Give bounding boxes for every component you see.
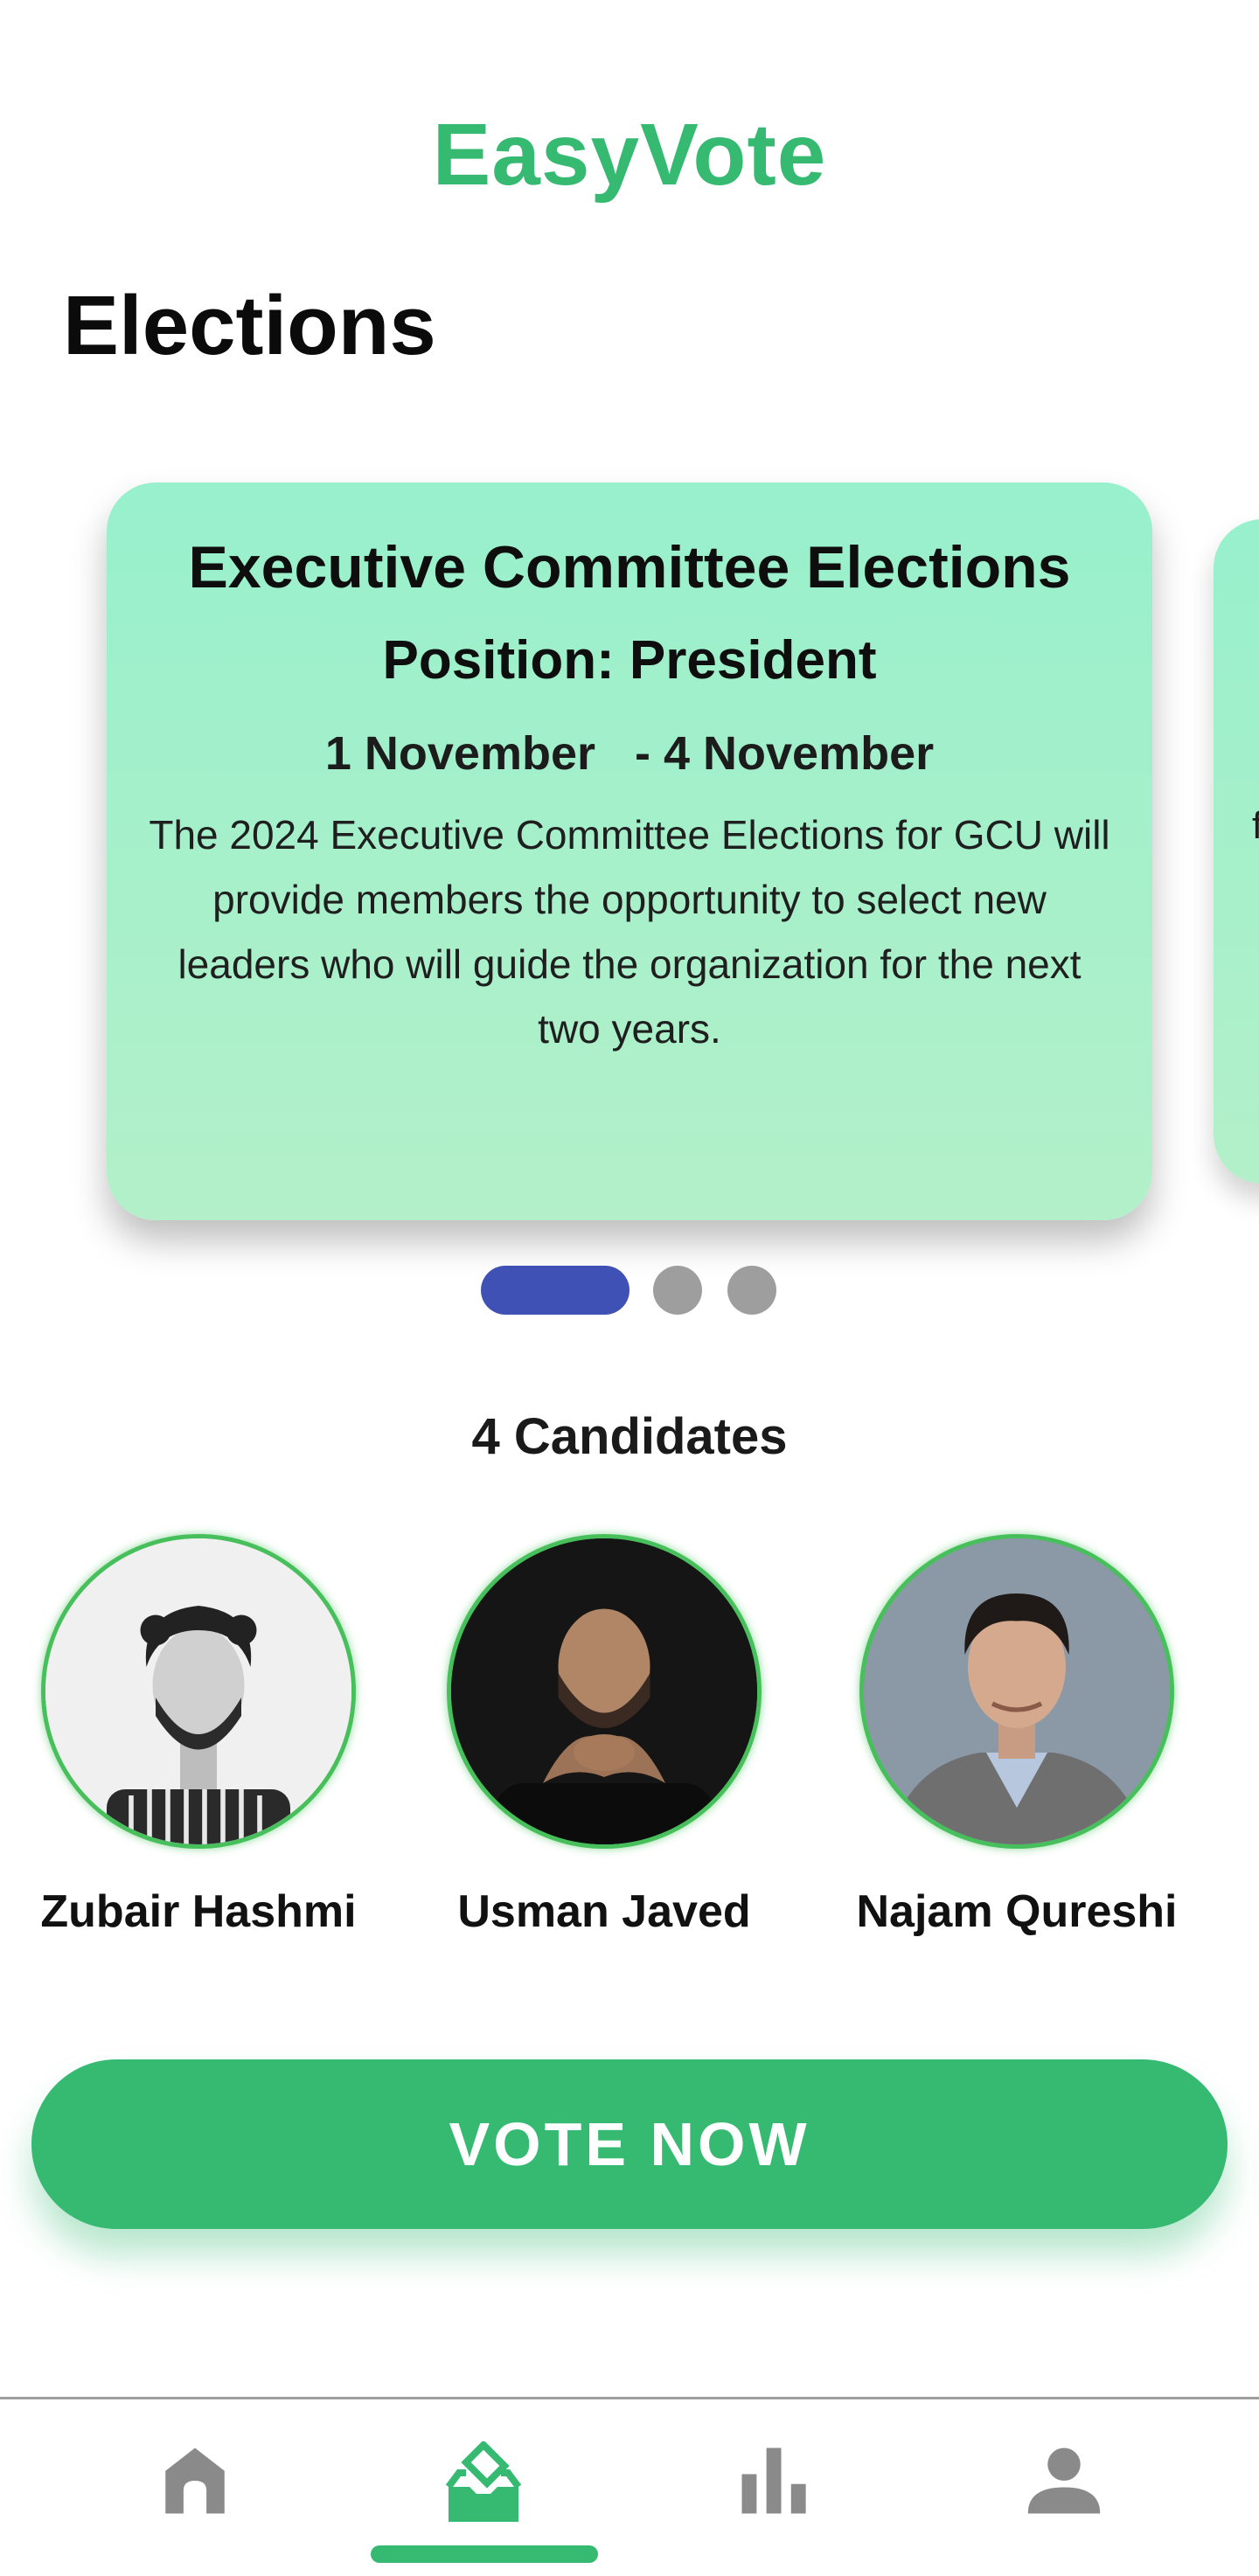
election-start-date: 1 November bbox=[324, 727, 595, 780]
bottom-navigation bbox=[0, 2397, 1259, 2576]
election-card[interactable]: Executive Committee Elections Position: … bbox=[107, 483, 1152, 1220]
election-dates: 1 November - 4 November bbox=[142, 712, 1117, 795]
person-icon bbox=[1027, 2448, 1101, 2514]
candidate-name: Zubair Hashmi bbox=[40, 1886, 357, 1937]
election-description: The 2024 Executive Committee Elections f… bbox=[149, 812, 1110, 1052]
app-screen: EasyVote Elections f Executive Committee… bbox=[0, 0, 1259, 2576]
nav-item-results[interactable] bbox=[670, 2399, 880, 2576]
person-photo-icon bbox=[451, 1538, 757, 1844]
carousel-pagination bbox=[0, 1266, 1259, 1318]
candidates-list: Zubair Hashmi Usman Javed Najam Qureshi bbox=[0, 1534, 1259, 1954]
election-position: Position: President bbox=[382, 630, 877, 691]
pagination-dot[interactable] bbox=[653, 1266, 702, 1315]
vote-now-button[interactable]: VOTE NOW bbox=[31, 2059, 1228, 2229]
brand-logo-text: EasyVote bbox=[432, 106, 827, 204]
ballot-box-icon bbox=[445, 2441, 522, 2522]
nav-item-profile[interactable] bbox=[959, 2399, 1169, 2576]
next-election-card-text: f bbox=[1252, 804, 1259, 847]
elections-carousel[interactable]: f Executive Committee Elections Position… bbox=[0, 472, 1259, 1259]
person-photo-icon bbox=[864, 1538, 1170, 1844]
candidate-avatar bbox=[41, 1534, 356, 1849]
candidates-count: 4 Candidates bbox=[471, 1408, 788, 1465]
person-photo-icon bbox=[45, 1538, 351, 1844]
candidate-avatar bbox=[859, 1534, 1174, 1849]
candidate-name: Najam Qureshi bbox=[856, 1886, 1178, 1937]
candidate-card[interactable]: Usman Javed bbox=[421, 1534, 788, 1938]
pagination-dot-active[interactable] bbox=[481, 1266, 630, 1315]
home-icon bbox=[165, 2448, 225, 2514]
nav-item-home[interactable] bbox=[90, 2399, 300, 2576]
election-end-date: - 4 November bbox=[635, 727, 935, 780]
election-title: Executive Committee Elections bbox=[188, 534, 1071, 601]
candidate-card[interactable]: Najam Qureshi bbox=[833, 1534, 1200, 1938]
bar-chart-icon bbox=[741, 2448, 806, 2514]
pagination-dot[interactable] bbox=[727, 1266, 776, 1315]
page-title: Elections bbox=[63, 279, 436, 372]
candidate-name: Usman Javed bbox=[457, 1886, 751, 1937]
candidate-card[interactable]: Zubair Hashmi bbox=[15, 1534, 382, 1938]
active-tab-indicator bbox=[371, 2545, 598, 2563]
candidate-avatar bbox=[447, 1534, 762, 1849]
